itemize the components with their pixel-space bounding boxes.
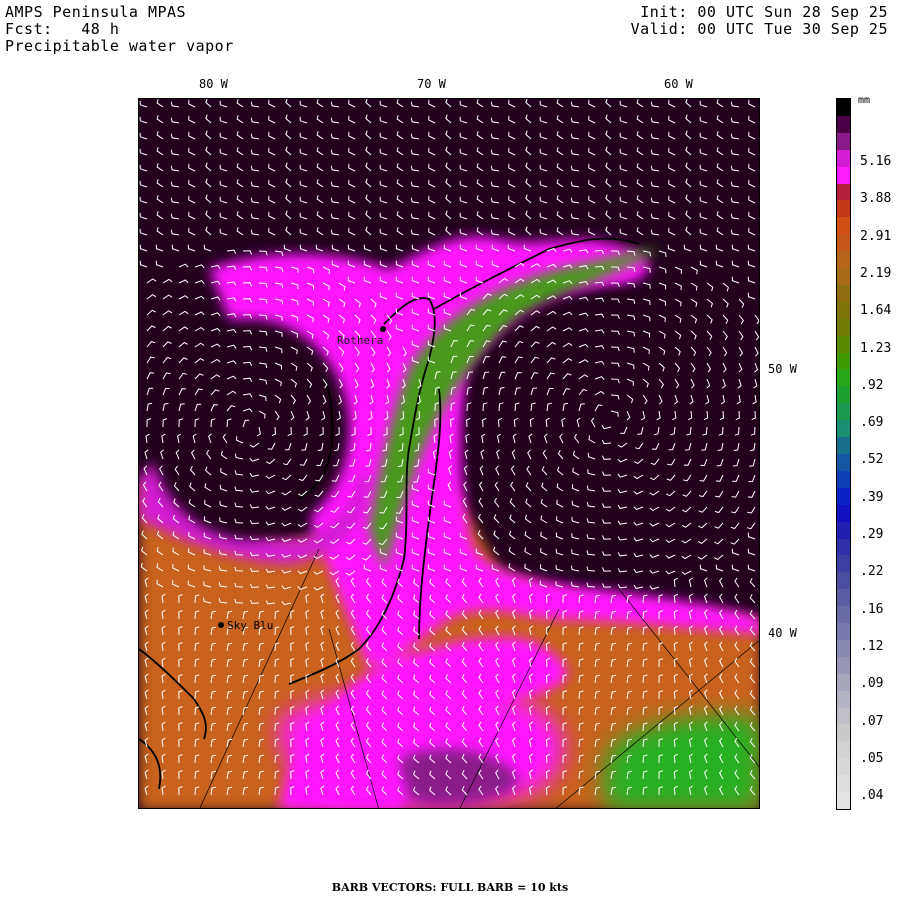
colorbar-tick-label: 1.23	[860, 340, 892, 356]
station-label-rothera: Rothera	[337, 334, 383, 347]
header-right: Init: 00 UTC Sun 28 Sep 25 Valid: 00 UTC …	[631, 4, 888, 38]
colorbar-swatch	[837, 724, 850, 742]
colorbar-swatch	[837, 437, 850, 455]
colorbar-swatch	[837, 555, 850, 573]
map-panel: Rothera Sky Blu	[138, 98, 760, 809]
colorbar-swatch	[837, 656, 850, 675]
colorbar-swatch	[837, 115, 850, 134]
colorbar-swatch	[837, 639, 850, 658]
colorbar-swatch	[837, 538, 850, 556]
colorbar-swatch	[837, 775, 850, 793]
colorbar-tick-label: .12	[860, 638, 884, 654]
colorbar-tick-label: .04	[860, 788, 884, 804]
station-label-sky-blu: Sky Blu	[227, 619, 273, 632]
dry-cyclone-west	[149, 319, 349, 539]
lon-label-60w: 60 W	[664, 77, 693, 91]
colorbar-swatch	[837, 166, 850, 184]
colorbar-swatch	[837, 521, 850, 539]
lon-label-70w: 70 W	[417, 77, 446, 91]
colorbar-tick-label: .07	[860, 713, 884, 729]
colorbar-swatch	[837, 183, 850, 201]
colorbar-tick-label: 5.16	[860, 154, 892, 169]
colorbar-swatch	[837, 741, 850, 759]
colorbar-swatch	[837, 673, 850, 692]
valid-time: Valid: 00 UTC Tue 30 Sep 25	[630, 20, 888, 38]
colorbar-swatch	[837, 403, 850, 421]
colorbar-swatch	[837, 200, 850, 218]
header-left: AMPS Peninsula MPAS Fcst: 48 h Precipitabl…	[5, 4, 234, 55]
field-name: Precipitable water vapor	[5, 37, 234, 55]
lat-label-50w: 50 W	[768, 362, 797, 376]
init-time: Init: 00 UTC Sun 28 Sep 25	[640, 3, 888, 21]
colorbar-tick-label: .16	[860, 601, 884, 617]
colorbar-tick-label: .22	[860, 564, 884, 580]
colorbar-swatch	[837, 352, 850, 370]
colorbar-tick-label: .05	[860, 750, 884, 766]
barb-legend: BARB VECTORS: FULL BARB = 10 kts	[331, 881, 569, 894]
colorbar-swatch	[837, 318, 850, 337]
colorbar-swatch	[837, 454, 850, 472]
colorbar-tick-label: .69	[860, 415, 884, 431]
colorbar-swatch	[837, 690, 850, 709]
colorbar-swatch	[837, 369, 850, 387]
station-sky-blu: Sky Blu	[218, 619, 273, 632]
colorbar-swatch	[837, 99, 850, 117]
colorbar-swatch	[837, 758, 850, 776]
colorbar-tick-label: 1.64	[860, 303, 892, 319]
colorbar-swatch	[837, 217, 850, 235]
colorbar-swatch	[837, 132, 850, 151]
colorbar-tick-label: 2.19	[860, 265, 892, 281]
colorbar-unit: mm	[858, 95, 871, 106]
colorbar-tick-label: .39	[860, 489, 884, 505]
colorbar-swatch	[837, 335, 850, 354]
colorbar-swatch	[837, 792, 850, 810]
colorbar-swatch	[837, 420, 850, 438]
colorbar-tick-label: .29	[860, 527, 884, 542]
colorbar-tick-label: .09	[860, 676, 884, 692]
colorbar-swatch	[837, 504, 850, 523]
colorbar-swatch	[837, 572, 850, 590]
colorbar-swatch	[837, 623, 850, 641]
colorbar-tick-label: .92	[860, 377, 884, 393]
chart-title: AMPS Peninsula MPAS	[5, 3, 187, 21]
colorbar-swatch	[837, 234, 850, 252]
colorbar-swatch	[837, 606, 850, 624]
colorbar-swatch	[837, 284, 850, 303]
colorbar-swatch	[837, 268, 850, 286]
colorbar-swatch	[837, 251, 850, 269]
map-plot: Rothera Sky Blu	[139, 99, 759, 808]
dry-swirl-east	[469, 289, 749, 549]
colorbar-swatch	[837, 470, 850, 489]
colorbar-swatch	[837, 589, 850, 607]
colorbar-tick-label: 3.88	[860, 191, 892, 207]
lon-label-80w: 80 W	[199, 77, 228, 91]
colorbar-swatch	[837, 487, 850, 506]
colorbar-swatch	[837, 149, 850, 168]
forecast-hour: Fcst: 48 h	[5, 20, 120, 38]
colorbar-swatch	[837, 301, 850, 320]
colorbar-tick-label: .52	[860, 452, 884, 468]
colorbar	[836, 98, 851, 810]
colorbar-tick-label: 2.91	[860, 228, 892, 244]
colorbar-swatch	[837, 386, 850, 404]
colorbar-swatch	[837, 707, 850, 725]
lat-label-40w: 40 W	[768, 626, 797, 640]
